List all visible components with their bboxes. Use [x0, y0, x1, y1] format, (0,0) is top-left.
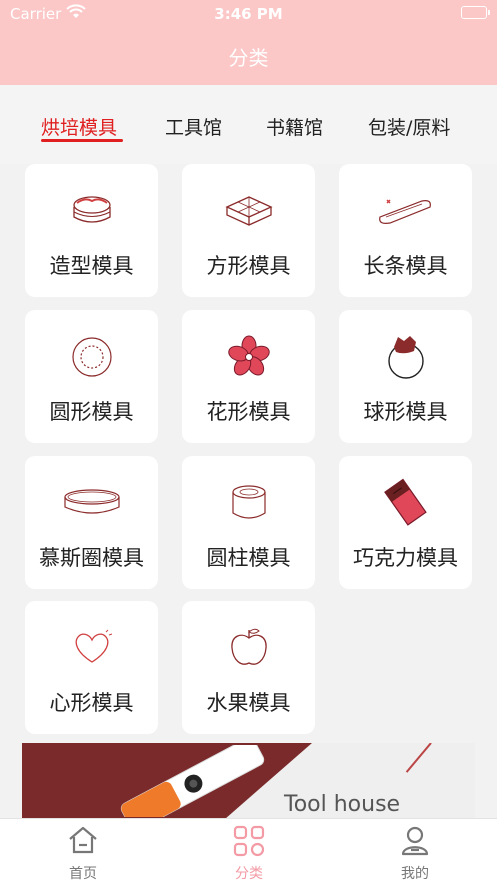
- tabbar-category[interactable]: 分类: [166, 819, 332, 883]
- profile-icon: [401, 826, 429, 856]
- tab-books[interactable]: 书籍馆: [266, 113, 323, 140]
- category-card-loaf-mold[interactable]: 长条模具: [339, 164, 472, 297]
- fruit-mold-icon: [230, 628, 267, 665]
- tab-packaging[interactable]: 包装/原料: [368, 113, 450, 140]
- category-label: 心形模具: [49, 691, 134, 715]
- category-card-heart-mold[interactable]: 心形模具: [25, 601, 158, 734]
- tool-illustration: [120, 745, 265, 817]
- page-title: 分类: [228, 46, 269, 70]
- category-label: 巧克力模具: [353, 546, 458, 570]
- sushi-mold-icon: [72, 196, 111, 223]
- category-label: 长条模具: [363, 254, 448, 278]
- tab-baking-molds[interactable]: 烘培模具: [41, 113, 117, 140]
- category-label: 花形模具: [206, 400, 291, 424]
- tabbar-label: 首页: [69, 866, 97, 882]
- category-label: 圆柱模具: [206, 546, 291, 570]
- round-mold-icon: [71, 337, 112, 377]
- tabbar-profile[interactable]: 我的: [332, 819, 497, 883]
- tab-bar: 首页 分类 我的: [0, 818, 497, 883]
- header: Carrier 3:46 PM 分类: [0, 0, 497, 85]
- category-label: 方形模具: [206, 254, 291, 278]
- category-card-shaped-mold[interactable]: 造型模具: [25, 164, 158, 297]
- category-label: 慕斯圈模具: [39, 546, 144, 570]
- clock: 3:46 PM: [214, 5, 283, 23]
- tabbar-label: 分类: [235, 866, 263, 882]
- tabbar-label: 我的: [401, 866, 429, 882]
- tabbar-home[interactable]: 首页: [0, 819, 166, 883]
- banner-slash-decoration: [405, 743, 432, 773]
- category-card-round-mold[interactable]: 圆形模具: [25, 310, 158, 443]
- category-card-flower-mold[interactable]: 花形模具: [182, 310, 315, 443]
- category-card-square-mold[interactable]: 方形模具: [182, 164, 315, 297]
- category-card-ball-mold[interactable]: 球形模具: [339, 310, 472, 443]
- flower-mold-icon: [227, 335, 270, 376]
- chocolate-mold-icon: [383, 478, 427, 526]
- active-tab-indicator: [41, 139, 123, 142]
- category-card-cylinder-mold[interactable]: 圆柱模具: [182, 456, 315, 589]
- category-card-mousse-ring[interactable]: 慕斯圈模具: [25, 456, 158, 589]
- status-bar: Carrier 3:46 PM: [0, 0, 497, 28]
- category-icon: [233, 825, 265, 857]
- category-label: 球形模具: [363, 400, 448, 424]
- category-tabs: 烘培模具 工具馆 书籍馆 包装/原料: [0, 85, 497, 164]
- ball-mold-icon: [387, 336, 424, 379]
- square-mold-icon: [224, 196, 273, 226]
- tab-tools[interactable]: 工具馆: [165, 113, 222, 140]
- home-icon: [69, 826, 97, 854]
- category-card-chocolate-mold[interactable]: 巧克力模具: [339, 456, 472, 589]
- battery-icon: [461, 6, 490, 19]
- promo-banner[interactable]: Tool house: [22, 743, 475, 819]
- mousse-ring-icon: [63, 489, 120, 514]
- category-label: 造型模具: [49, 254, 134, 278]
- category-label: 水果模具: [206, 691, 291, 715]
- heart-mold-icon: [75, 629, 112, 663]
- banner-text: Tool house: [284, 792, 401, 817]
- cylinder-mold-icon: [231, 485, 266, 519]
- category-label: 圆形模具: [49, 400, 134, 424]
- category-card-fruit-mold[interactable]: 水果模具: [182, 601, 315, 734]
- loaf-mold-icon: [378, 199, 431, 224]
